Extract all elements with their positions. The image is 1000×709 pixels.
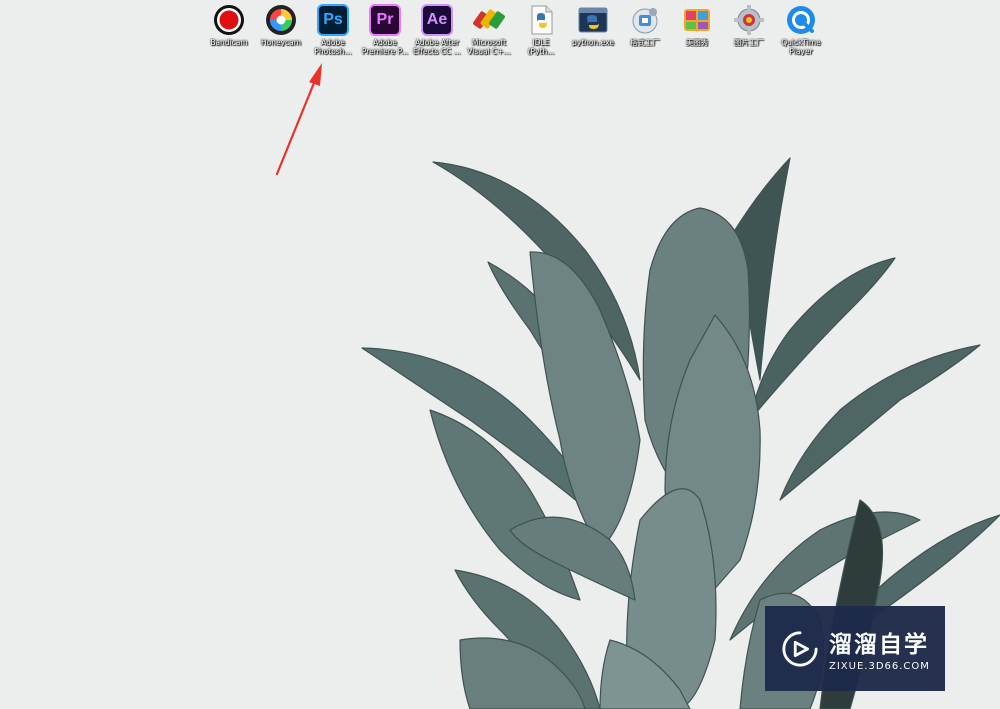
desktop-shortcut-label: Honeycam [260,38,302,47]
watermark-title: 溜溜自学 [829,632,929,658]
desktop-shortcut-label: 美图秀 [685,38,709,47]
watermark-url: ZIXUE.3D66.COM [829,661,930,672]
desktop-shortcut-label: 图片工厂 [734,38,764,47]
desktop-shortcut-visual-cpp[interactable]: Microsoft Visual C+... [463,4,515,66]
desktop-shortcut-after-effects[interactable]: Ae Adobe After Effects CC ... [411,4,463,66]
desktop-shortcut-photoshop[interactable]: Ps Adobe Photosh... [307,4,359,66]
after-effects-icon: Ae [421,4,453,36]
desktop-shortcut-label: IDLE (Pyth... [527,38,555,56]
desktop-shortcut-picture-factory[interactable]: 图片工厂 [723,4,775,66]
desktop-shortcut-label: python.exe [572,38,614,47]
desktop-icon-row: Bandicam Honeycam Ps Adobe Photosh... Pr… [203,4,827,66]
format-factory-icon [629,4,661,36]
desktop-shortcut-bandicam[interactable]: Bandicam [203,4,255,66]
after-effects-glyph: Ae [426,11,448,28]
picture-factory-gear-icon [733,4,765,36]
bandicam-record-icon [213,4,245,36]
quicktime-icon [785,4,817,36]
play-logo-icon [782,630,818,667]
watermark-badge: 溜溜自学 ZIXUE.3D66.COM [765,606,945,691]
desktop-shortcut-label: Adobe Photosh... [314,38,352,56]
desktop-shortcut-honeycam[interactable]: Honeycam [255,4,307,66]
desktop-shortcut-premiere[interactable]: Pr Adobe Premiere P... [359,4,411,66]
python-exe-icon [577,4,609,36]
premiere-glyph: Pr [376,11,394,28]
desktop-shortcut-label: 格式工厂 [630,38,660,47]
desktop-shortcut-meitu[interactable]: 美图秀 [671,4,723,66]
photoshop-icon: Ps [317,4,349,36]
desktop-shortcut-quicktime[interactable]: QuickTime Player [775,4,827,66]
desktop-shortcut-label: QuickTime Player [781,38,821,56]
desktop-shortcut-label: Bandicam [210,38,248,47]
desktop-shortcut-python-exe[interactable]: python.exe [567,4,619,66]
honeycam-color-wheel-icon [265,4,297,36]
python-idle-file-icon [525,4,557,36]
desktop-shortcut-label: Adobe After Effects CC ... [413,38,461,56]
desktop-shortcut-format-factory[interactable]: 格式工厂 [619,4,671,66]
desktop-shortcut-idle[interactable]: IDLE (Pyth... [515,4,567,66]
photoshop-glyph: Ps [323,11,343,28]
meitu-icon [681,4,713,36]
visual-cpp-icon [473,4,505,36]
desktop-shortcut-label: Adobe Premiere P... [361,38,409,56]
premiere-icon: Pr [369,4,401,36]
desktop-wallpaper [0,0,1000,709]
desktop-shortcut-label: Microsoft Visual C+... [467,38,511,56]
